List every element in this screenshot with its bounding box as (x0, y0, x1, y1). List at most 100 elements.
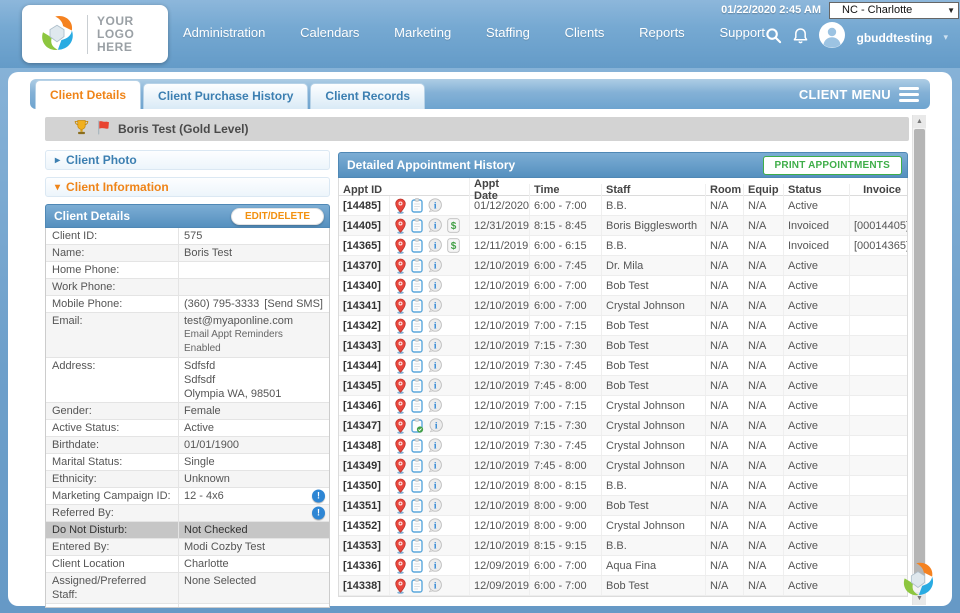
bell-icon[interactable] (793, 27, 808, 49)
appt-invoice (849, 316, 907, 335)
info-icon[interactable]: i (427, 258, 443, 273)
svg-text:i: i (434, 481, 437, 491)
notes-icon[interactable] (411, 478, 423, 493)
send-sms-link[interactable]: [Send SMS] (264, 297, 323, 311)
location-pin-icon[interactable] (394, 578, 407, 594)
info-icon[interactable]: i (427, 558, 443, 573)
avatar[interactable] (819, 22, 845, 53)
location-pin-icon[interactable] (394, 218, 407, 234)
location-pin-icon[interactable] (394, 198, 407, 214)
tab-client-records[interactable]: Client Records (310, 83, 425, 109)
info-icon[interactable]: i (428, 418, 444, 433)
edit-delete-button[interactable]: EDIT/DELETE (231, 208, 324, 225)
notes-icon[interactable] (411, 358, 423, 373)
scrollbar-thumb[interactable] (914, 129, 925, 577)
location-pin-icon[interactable] (394, 538, 407, 554)
notes-icon[interactable] (411, 538, 423, 553)
notes-icon[interactable] (411, 378, 423, 393)
info-icon[interactable]: i (427, 338, 443, 353)
location-pin-icon[interactable] (394, 518, 407, 534)
notes-icon[interactable] (411, 218, 423, 233)
info-icon[interactable]: i (427, 358, 443, 373)
location-pin-icon[interactable] (394, 398, 407, 414)
location-pin-icon[interactable] (394, 338, 407, 354)
info-icon[interactable]: i (427, 218, 443, 233)
nav-item-calendars[interactable]: Calendars (300, 25, 359, 40)
notes-icon[interactable] (411, 198, 423, 213)
scroll-up-button[interactable]: ▲ (913, 115, 926, 128)
notes-checked-icon[interactable] (411, 418, 424, 433)
location-select[interactable]: NC - Charlotte ▼ (829, 2, 959, 19)
notes-icon[interactable] (411, 458, 423, 473)
info-icon[interactable]: i (427, 578, 443, 593)
notes-icon[interactable] (411, 238, 423, 253)
chevron-down-icon[interactable]: ▾ (943, 32, 948, 43)
info-icon[interactable]: i (427, 518, 443, 533)
invoice-dollar-icon[interactable]: $ (447, 218, 460, 233)
notes-icon[interactable] (411, 398, 423, 413)
notes-icon[interactable] (411, 258, 423, 273)
appt-invoice (849, 196, 907, 215)
tab-client-purchase-history[interactable]: Client Purchase History (143, 83, 308, 109)
notes-icon[interactable] (411, 298, 423, 313)
section-client-information[interactable]: ▾ Client Information (45, 177, 330, 197)
appt-room: N/A (705, 496, 743, 515)
section-client-photo[interactable]: ▸ Client Photo (45, 150, 330, 170)
info-icon[interactable]: i (427, 398, 443, 413)
location-pin-icon[interactable] (394, 358, 407, 374)
info-icon[interactable]: i (427, 538, 443, 553)
info-icon[interactable]: i (427, 458, 443, 473)
nav-item-clients[interactable]: Clients (565, 25, 605, 40)
info-icon[interactable]: i (427, 478, 443, 493)
location-pin-icon[interactable] (394, 278, 407, 294)
notes-icon[interactable] (411, 318, 423, 333)
info-icon[interactable]: i (427, 278, 443, 293)
location-pin-icon[interactable] (394, 438, 407, 454)
field-label: Mobile Phone: (46, 296, 178, 312)
client-menu-button[interactable]: CLIENT MENU (799, 79, 930, 109)
location-pin-icon[interactable] (394, 318, 407, 334)
nav-item-administration[interactable]: Administration (183, 25, 265, 40)
field-value: ! (178, 505, 329, 521)
tab-client-details[interactable]: Client Details (35, 80, 141, 109)
search-icon[interactable] (765, 27, 782, 49)
info-icon[interactable]: i (427, 198, 443, 213)
location-pin-icon[interactable] (394, 298, 407, 314)
location-pin-icon[interactable] (394, 418, 407, 434)
notes-icon[interactable] (411, 578, 423, 593)
info-icon[interactable]: i (427, 438, 443, 453)
notes-icon[interactable] (411, 338, 423, 353)
location-pin-icon[interactable] (394, 558, 407, 574)
location-pin-icon[interactable] (394, 378, 407, 394)
info-icon[interactable]: i (427, 298, 443, 313)
location-pin-icon[interactable] (394, 498, 407, 514)
info-badge-icon[interactable]: ! (312, 507, 325, 520)
notes-icon[interactable] (411, 498, 423, 513)
info-icon[interactable]: i (427, 378, 443, 393)
username[interactable]: gbuddtesting (856, 31, 932, 45)
info-icon[interactable]: i (427, 498, 443, 513)
appt-date: 12/09/2019 (469, 576, 529, 595)
svg-text:i: i (434, 301, 437, 311)
nav-item-reports[interactable]: Reports (639, 25, 685, 40)
invoice-dollar-icon[interactable]: $ (447, 238, 460, 253)
info-badge-icon[interactable]: ! (312, 490, 325, 503)
location-pin-icon[interactable] (394, 458, 407, 474)
nav-item-support[interactable]: Support (719, 25, 765, 40)
logo[interactable]: YOUR LOGO HERE (22, 5, 168, 63)
print-appointments-button[interactable]: PRINT APPOINTMENTS (763, 156, 902, 175)
notes-icon[interactable] (411, 518, 423, 533)
nav-item-marketing[interactable]: Marketing (394, 25, 451, 40)
notes-icon[interactable] (411, 278, 423, 293)
notes-icon[interactable] (411, 438, 423, 453)
notes-icon[interactable] (411, 558, 423, 573)
info-icon[interactable]: i (427, 238, 443, 253)
location-pin-icon[interactable] (394, 258, 407, 274)
appt-staff: Crystal Johnson (601, 516, 705, 535)
scrollbar[interactable]: ▲ ▼ (912, 115, 926, 605)
location-pin-icon[interactable] (394, 478, 407, 494)
appt-room: N/A (705, 376, 743, 395)
info-icon[interactable]: i (427, 318, 443, 333)
location-pin-icon[interactable] (394, 238, 407, 254)
nav-item-staffing[interactable]: Staffing (486, 25, 530, 40)
